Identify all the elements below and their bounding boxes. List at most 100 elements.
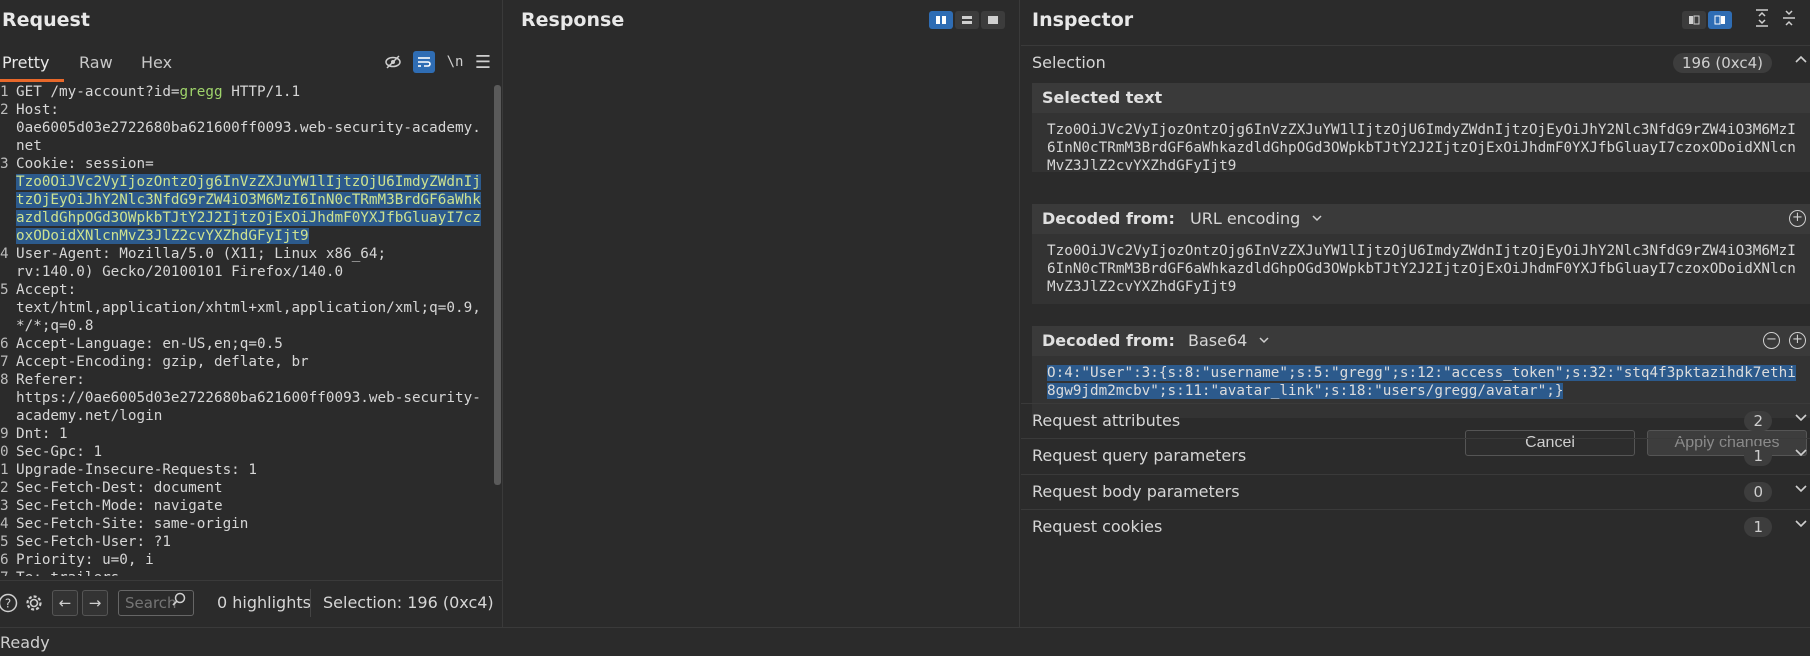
line-segment: Te: trailers xyxy=(16,570,119,576)
editor-line[interactable]: 4 User-Agent: Mozilla/5.0 (X11; Linux x86… xyxy=(0,245,494,281)
request-editor[interactable]: 1 GET /my-account?id=gregg HTTP/1.1 2 Host:… xyxy=(0,83,494,576)
editor-line[interactable]: 3 Cookie: session= Tzo0OiJVc2VyIjozOntzOj… xyxy=(0,155,494,245)
decoded-url-header: Decoded from: URL encoding + xyxy=(1032,204,1810,234)
editor-line[interactable]: 4 Sec-Fetch-Site: same-origin xyxy=(0,515,494,533)
highlights-count: 0 highlights xyxy=(217,593,311,612)
chevron-up-icon[interactable] xyxy=(1794,52,1808,70)
tab-pretty[interactable]: Pretty xyxy=(2,53,49,72)
expand-all-icon[interactable] xyxy=(1754,9,1770,32)
line-segment: HTTP/1.1 xyxy=(222,84,301,100)
line-number: 9 xyxy=(0,426,9,442)
inspector-left-panel-icon[interactable] xyxy=(1682,11,1706,29)
line-text: Accept: text/html,application/xhtml+xml,… xyxy=(16,281,488,335)
hide-nonprinting-eye-off-icon[interactable] xyxy=(382,51,404,73)
line-number: 0 xyxy=(0,444,9,460)
chevron-down-icon xyxy=(1312,215,1322,222)
line-text: Te: trailers xyxy=(16,569,488,576)
editor-line[interactable]: 5 Sec-Fetch-User: ?1 xyxy=(0,533,494,551)
decoded-base64-value[interactable]: O:4:"User":3:{s:8:"username";s:5:"gregg"… xyxy=(1032,356,1810,408)
search-icon[interactable] xyxy=(172,592,186,610)
inspector-row-request-body-parameters[interactable]: Request body parameters 0 xyxy=(1021,474,1810,508)
row-label: Request cookies xyxy=(1032,517,1163,536)
line-text: Upgrade-Insecure-Requests: 1 xyxy=(16,461,488,479)
chevron-down-icon[interactable] xyxy=(1794,445,1808,463)
chevron-down-icon[interactable] xyxy=(1794,410,1808,428)
row-count-badge: 0 xyxy=(1744,482,1772,502)
line-segment: Host: 0ae6005d03e2722680ba621600ff0093.w… xyxy=(16,102,481,154)
decoding-type-dropdown-2[interactable]: Base64 xyxy=(1188,331,1270,350)
line-number: 2 xyxy=(0,102,9,118)
decoded-url-value[interactable]: Tzo0OiJVc2VyIjozOntzOjg6InVzZXJuYW1lIjtz… xyxy=(1032,234,1810,304)
gear-icon[interactable] xyxy=(22,591,46,615)
line-text: Cookie: session= Tzo0OiJVc2VyIjozOntzOjg… xyxy=(16,155,488,245)
remove-decoding-minus-icon[interactable]: − xyxy=(1763,332,1780,349)
editor-line[interactable]: 1 Upgrade-Insecure-Requests: 1 xyxy=(0,461,494,479)
decoded-url-section: Decoded from: URL encoding + Tzo0OiJVc2V… xyxy=(1032,204,1810,304)
editor-line[interactable]: 7Te: trailers xyxy=(0,569,494,576)
editor-line[interactable]: 2 Host: 0ae6005d03e2722680ba621600ff0093.… xyxy=(0,101,494,155)
decoded-base64-title: Decoded from: xyxy=(1042,331,1175,350)
add-decoding-plus-icon[interactable]: + xyxy=(1789,210,1806,227)
editor-line[interactable]: 7 Accept-Encoding: gzip, deflate, br xyxy=(0,353,494,371)
inspector-row-request-attributes[interactable]: Request attributes 2 xyxy=(1021,403,1810,437)
decoding-type-label-2: Base64 xyxy=(1188,331,1248,350)
editor-scrollbar[interactable] xyxy=(494,85,501,485)
editor-line[interactable]: 2 Sec-Fetch-Dest: document xyxy=(0,479,494,497)
editor-line[interactable]: 8 Referer: https://0ae6005d03e2722680ba62… xyxy=(0,371,494,425)
help-icon[interactable]: ? xyxy=(0,591,20,615)
row-label: Request body parameters xyxy=(1032,482,1240,501)
decoding-type-dropdown[interactable]: URL encoding xyxy=(1190,209,1323,228)
collapse-all-icon[interactable] xyxy=(1781,9,1797,32)
word-wrap-icon[interactable] xyxy=(413,51,435,73)
footer-divider xyxy=(310,589,311,617)
line-segment: Sec-Fetch-Site: same-origin xyxy=(16,516,249,532)
line-segment: Sec-Gpc: 1 xyxy=(16,444,103,460)
selected-cookie-value: Tzo0OiJVc2VyIjozOntzOjg6InVzZXJuYW1lIjtz… xyxy=(16,174,481,244)
line-text: GET /my-account?id=gregg HTTP/1.1 xyxy=(16,83,488,101)
layout-stacked-icon[interactable] xyxy=(955,11,979,29)
editor-line[interactable]: 5 Accept: text/html,application/xhtml+xml… xyxy=(0,281,494,335)
inspector-right-panel-icon[interactable] xyxy=(1708,11,1732,29)
chevron-down-icon xyxy=(1259,337,1269,344)
inspector-row-request-cookies[interactable]: Request cookies 1 xyxy=(1021,509,1810,543)
line-text: Dnt: 1 xyxy=(16,425,488,443)
editor-line[interactable]: 1 GET /my-account?id=gregg HTTP/1.1 xyxy=(0,83,494,101)
editor-line[interactable]: 6 Accept-Language: en-US,en;q=0.5 xyxy=(0,335,494,353)
line-text: Host: 0ae6005d03e2722680ba621600ff0093.w… xyxy=(16,101,488,155)
layout-single-icon[interactable] xyxy=(981,11,1005,29)
selection-badge: 196 (0xc4) xyxy=(1672,53,1772,73)
next-arrow-icon[interactable]: → xyxy=(82,590,108,616)
line-number: 4 xyxy=(0,246,9,262)
selected-text-value[interactable]: Tzo0OiJVc2VyIjozOntzOjg6InVzZXJuYW1lIjtz… xyxy=(1032,113,1810,183)
request-view-tabs: Pretty Raw Hex \n ☰ xyxy=(0,47,502,82)
add-decoding-plus-icon-2[interactable]: + xyxy=(1789,332,1806,349)
menu-icon[interactable]: ☰ xyxy=(472,51,494,73)
selection-row[interactable]: Selection 196 (0xc4) xyxy=(1021,45,1810,79)
line-text: Sec-Gpc: 1 xyxy=(16,443,488,461)
row-label: Request attributes xyxy=(1032,411,1181,430)
line-segment: Sec-Fetch-Dest: document xyxy=(16,480,223,496)
selection-info: Selection: 196 (0xc4) xyxy=(323,593,494,612)
chevron-down-icon[interactable] xyxy=(1794,516,1808,534)
previous-arrow-icon[interactable]: ← xyxy=(52,590,78,616)
editor-line[interactable]: 3 Sec-Fetch-Mode: navigate xyxy=(0,497,494,515)
editor-line[interactable]: 0 Sec-Gpc: 1 xyxy=(0,443,494,461)
editor-line[interactable]: 9 Dnt: 1 xyxy=(0,425,494,443)
line-text: Sec-Fetch-Mode: navigate xyxy=(16,497,488,515)
row-count-badge: 1 xyxy=(1744,517,1772,537)
chevron-down-icon[interactable] xyxy=(1794,481,1808,499)
line-number: 3 xyxy=(0,498,9,514)
line-text: Accept-Language: en-US,en;q=0.5 xyxy=(16,335,488,353)
inspector-title: Inspector xyxy=(1032,9,1134,31)
editor-line[interactable]: 6 Priority: u=0, i xyxy=(0,551,494,569)
tab-raw[interactable]: Raw xyxy=(79,53,113,72)
tab-hex[interactable]: Hex xyxy=(141,53,172,72)
line-segment: Dnt: 1 xyxy=(16,426,68,442)
newline-toggle-icon[interactable]: \n xyxy=(444,51,466,73)
line-text: User-Agent: Mozilla/5.0 (X11; Linux x86_… xyxy=(16,245,488,281)
request-title: Request xyxy=(2,9,90,31)
response-title: Response xyxy=(521,9,625,31)
line-number: 7 xyxy=(0,354,9,370)
inspector-row-request-query-parameters[interactable]: Request query parameters 1 xyxy=(1021,438,1810,472)
layout-side-by-side-icon[interactable] xyxy=(929,11,953,29)
